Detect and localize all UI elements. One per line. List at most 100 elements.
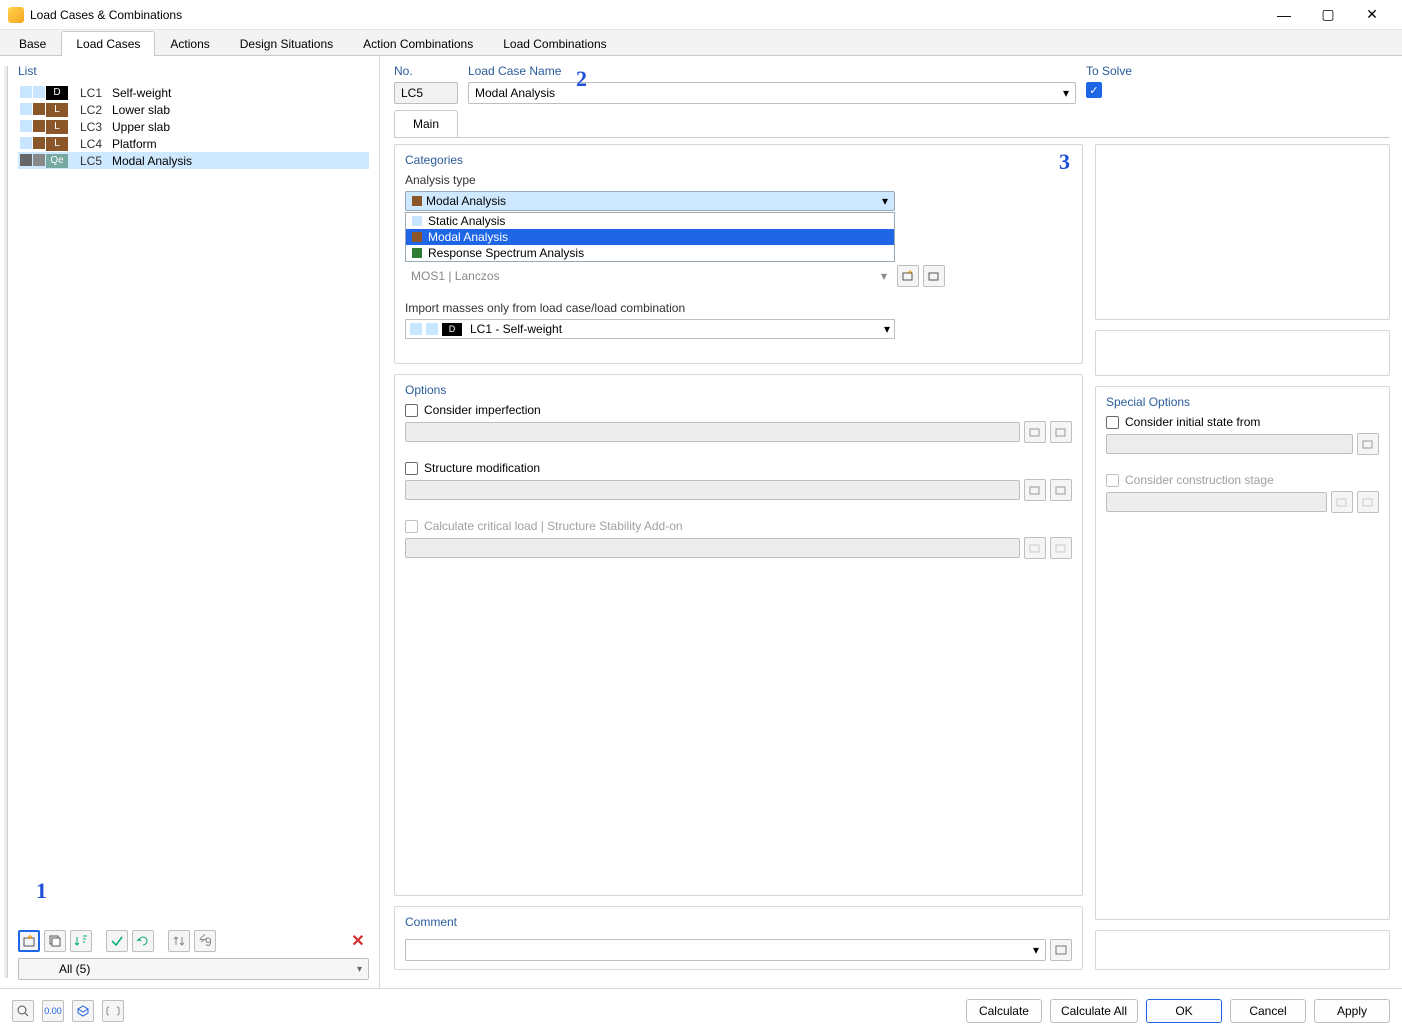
critical-load-label: Calculate critical load | Structure Stab… bbox=[424, 519, 683, 533]
swatch-icon bbox=[412, 248, 422, 258]
no-field[interactable]: LC5 bbox=[394, 82, 458, 104]
edit-icon bbox=[1055, 484, 1067, 496]
initial-state-select[interactable] bbox=[1106, 434, 1353, 454]
list-filter-select[interactable]: All (5) ▾ bbox=[18, 958, 369, 980]
chevron-down-icon: ▾ bbox=[1033, 943, 1039, 957]
category-badge: Qe bbox=[46, 154, 68, 168]
to-solve-checkbox[interactable]: ✓ bbox=[1086, 82, 1102, 98]
calculate-button[interactable]: Calculate bbox=[966, 999, 1042, 1023]
options-title: Options bbox=[405, 383, 1072, 397]
category-badge: L bbox=[46, 103, 68, 117]
name-label: Load Case Name bbox=[468, 64, 1076, 78]
ok-button[interactable]: OK bbox=[1146, 999, 1222, 1023]
sort-icon bbox=[74, 934, 88, 948]
category-badge: L bbox=[46, 120, 68, 134]
copy-button[interactable] bbox=[44, 930, 66, 952]
list-item[interactable]: L LC4 Platform bbox=[18, 135, 369, 152]
comment-panel: Comment ▾ bbox=[394, 906, 1083, 970]
tab-action-combinations[interactable]: Action Combinations bbox=[348, 31, 488, 56]
edit-button[interactable] bbox=[1050, 479, 1072, 501]
critical-load-checkbox bbox=[405, 520, 418, 533]
tab-load-combinations[interactable]: Load Combinations bbox=[488, 31, 621, 56]
sort-button[interactable] bbox=[70, 930, 92, 952]
footer: 0.00 Calculate Calculate All OK Cancel A… bbox=[0, 988, 1402, 1032]
categories-panel: Categories Analysis type Modal Analysis … bbox=[394, 144, 1083, 364]
list-item[interactable]: L LC3 Upper slab bbox=[18, 118, 369, 135]
copy-icon bbox=[48, 934, 62, 948]
edit-button bbox=[1357, 491, 1379, 513]
comment-field[interactable]: ▾ bbox=[405, 939, 1046, 961]
renumber-button[interactable]: 29 bbox=[194, 930, 216, 952]
new-button[interactable] bbox=[18, 930, 40, 952]
lc-name: Upper slab bbox=[112, 120, 170, 134]
lc-code: LC3 bbox=[80, 120, 108, 134]
edit-icon bbox=[1362, 438, 1374, 450]
cancel-button[interactable]: Cancel bbox=[1230, 999, 1306, 1023]
list-item[interactable]: D LC1 Self-weight bbox=[18, 84, 369, 101]
tab-design-situations[interactable]: Design Situations bbox=[225, 31, 348, 56]
import-masses-select[interactable]: DLC1 - Self-weight ▾ bbox=[405, 319, 895, 339]
edit-icon bbox=[1055, 542, 1067, 554]
filter-value: All (5) bbox=[59, 962, 90, 976]
tab-main[interactable]: Main bbox=[394, 110, 458, 137]
option-response-spectrum[interactable]: Response Spectrum Analysis bbox=[406, 245, 894, 261]
maximize-button[interactable]: ▢ bbox=[1306, 1, 1350, 29]
edit-button[interactable] bbox=[1050, 421, 1072, 443]
tab-actions[interactable]: Actions bbox=[155, 31, 224, 56]
apply-button[interactable]: Apply bbox=[1314, 999, 1390, 1023]
categories-title: Categories bbox=[405, 153, 1072, 167]
lc-code: LC5 bbox=[80, 154, 108, 168]
tab-base[interactable]: Base bbox=[4, 31, 61, 56]
script-button[interactable] bbox=[102, 1000, 124, 1022]
no-label: No. bbox=[394, 64, 458, 78]
left-panel: List D LC1 Self-weight L LC2 Lower slab … bbox=[0, 56, 380, 988]
modification-select[interactable] bbox=[405, 480, 1020, 500]
new-icon bbox=[902, 270, 914, 282]
model-button[interactable] bbox=[72, 1000, 94, 1022]
list-item[interactable]: L LC2 Lower slab bbox=[18, 101, 369, 118]
solver-settings-row[interactable]: MOS1 | Lanczos▾ bbox=[405, 265, 893, 287]
aux-bottom-panel bbox=[1095, 930, 1390, 970]
analysis-type-dropdown[interactable]: Static Analysis Modal Analysis Response … bbox=[405, 212, 895, 262]
initial-state-checkbox[interactable] bbox=[1106, 416, 1119, 429]
new-button[interactable] bbox=[1024, 479, 1046, 501]
edit-icon bbox=[1055, 426, 1067, 438]
library-icon bbox=[1055, 944, 1067, 956]
import-masses-label: Import masses only from load case/load c… bbox=[405, 301, 1072, 315]
comment-library-button[interactable] bbox=[1050, 939, 1072, 961]
chevron-down-icon: ▾ bbox=[884, 322, 890, 336]
option-modal-analysis[interactable]: Modal Analysis bbox=[406, 229, 894, 245]
edit-icon bbox=[1362, 496, 1374, 508]
titlebar: Load Cases & Combinations — ▢ ✕ bbox=[0, 0, 1402, 30]
lc-name: Self-weight bbox=[112, 86, 171, 100]
close-button[interactable]: ✕ bbox=[1350, 1, 1394, 29]
structure-modification-checkbox[interactable] bbox=[405, 462, 418, 475]
minimize-button[interactable]: — bbox=[1262, 1, 1306, 29]
edit-settings-button[interactable] bbox=[923, 265, 945, 287]
consider-imperfection-checkbox[interactable] bbox=[405, 404, 418, 417]
tab-load-cases[interactable]: Load Cases bbox=[61, 31, 155, 56]
units-button[interactable]: 0.00 bbox=[42, 1000, 64, 1022]
option-static-analysis[interactable]: Static Analysis bbox=[406, 213, 894, 229]
structure-modification-label: Structure modification bbox=[424, 461, 540, 475]
refresh-button[interactable] bbox=[132, 930, 154, 952]
right-panel: No. LC5 Load Case Name Modal Analysis ▾ … bbox=[380, 56, 1402, 988]
lc-name: Modal Analysis bbox=[112, 154, 192, 168]
list-item[interactable]: Qe LC5 Modal Analysis bbox=[18, 152, 369, 169]
load-case-name-select[interactable]: Modal Analysis ▾ bbox=[468, 82, 1076, 104]
help-button[interactable] bbox=[12, 1000, 34, 1022]
new-button[interactable] bbox=[1024, 421, 1046, 443]
swap-button[interactable] bbox=[168, 930, 190, 952]
window-title: Load Cases & Combinations bbox=[30, 8, 182, 22]
edit-button[interactable] bbox=[1357, 433, 1379, 455]
top-tabbar: Base Load Cases Actions Design Situation… bbox=[0, 30, 1402, 56]
analysis-type-select[interactable]: Modal Analysis ▾ Static Analysis Modal A… bbox=[405, 191, 895, 211]
check-button[interactable] bbox=[106, 930, 128, 952]
imperfection-select[interactable] bbox=[405, 422, 1020, 442]
new-settings-button[interactable] bbox=[897, 265, 919, 287]
calculate-all-button[interactable]: Calculate All bbox=[1050, 999, 1138, 1023]
load-case-list[interactable]: D LC1 Self-weight L LC2 Lower slab L LC3… bbox=[18, 84, 369, 922]
delete-button[interactable]: ✕ bbox=[347, 930, 369, 952]
check-icon bbox=[110, 934, 124, 948]
svg-text:9: 9 bbox=[205, 935, 212, 948]
